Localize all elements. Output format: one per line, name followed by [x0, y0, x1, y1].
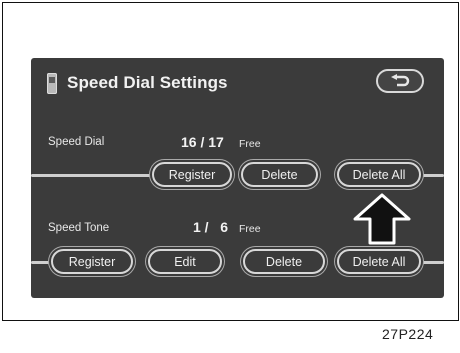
speed-tone-edit-button[interactable]: Edit	[148, 249, 222, 274]
return-arrow-icon	[391, 74, 410, 87]
speed-dial-divider	[31, 174, 153, 177]
speed-tone-register-button[interactable]: Register	[51, 249, 133, 274]
phone-icon	[47, 72, 57, 94]
title-row: Speed Dial Settings	[47, 70, 228, 96]
speed-tone-label: Speed Tone	[48, 222, 110, 234]
speed-tone-delete-button[interactable]: Delete	[243, 249, 325, 274]
speed-dial-count: 16 / 17	[181, 134, 224, 150]
back-button[interactable]	[376, 69, 424, 93]
up-arrow-indicator	[353, 193, 411, 245]
speed-tone-divider	[31, 261, 51, 264]
speed-tone-free-label: Free	[239, 223, 261, 235]
page-title: Speed Dial Settings	[67, 73, 228, 92]
speed-tone-divider-end	[419, 261, 444, 264]
speed-dial-divider-end	[417, 174, 444, 177]
speed-dial-settings-screen: Speed Dial Settings Speed Dial 16 / 17 F…	[31, 58, 444, 298]
speed-tone-count: 1 / 6	[193, 219, 229, 235]
speed-dial-delete-all-button[interactable]: Delete All	[337, 162, 421, 187]
speed-dial-free-label: Free	[239, 138, 261, 150]
speed-tone-delete-all-button[interactable]: Delete All	[337, 249, 421, 274]
speed-dial-delete-button[interactable]: Delete	[241, 162, 318, 187]
speed-dial-register-button[interactable]: Register	[152, 162, 232, 187]
speed-dial-label: Speed Dial	[48, 136, 105, 148]
figure-caption: 27P224	[382, 326, 434, 342]
